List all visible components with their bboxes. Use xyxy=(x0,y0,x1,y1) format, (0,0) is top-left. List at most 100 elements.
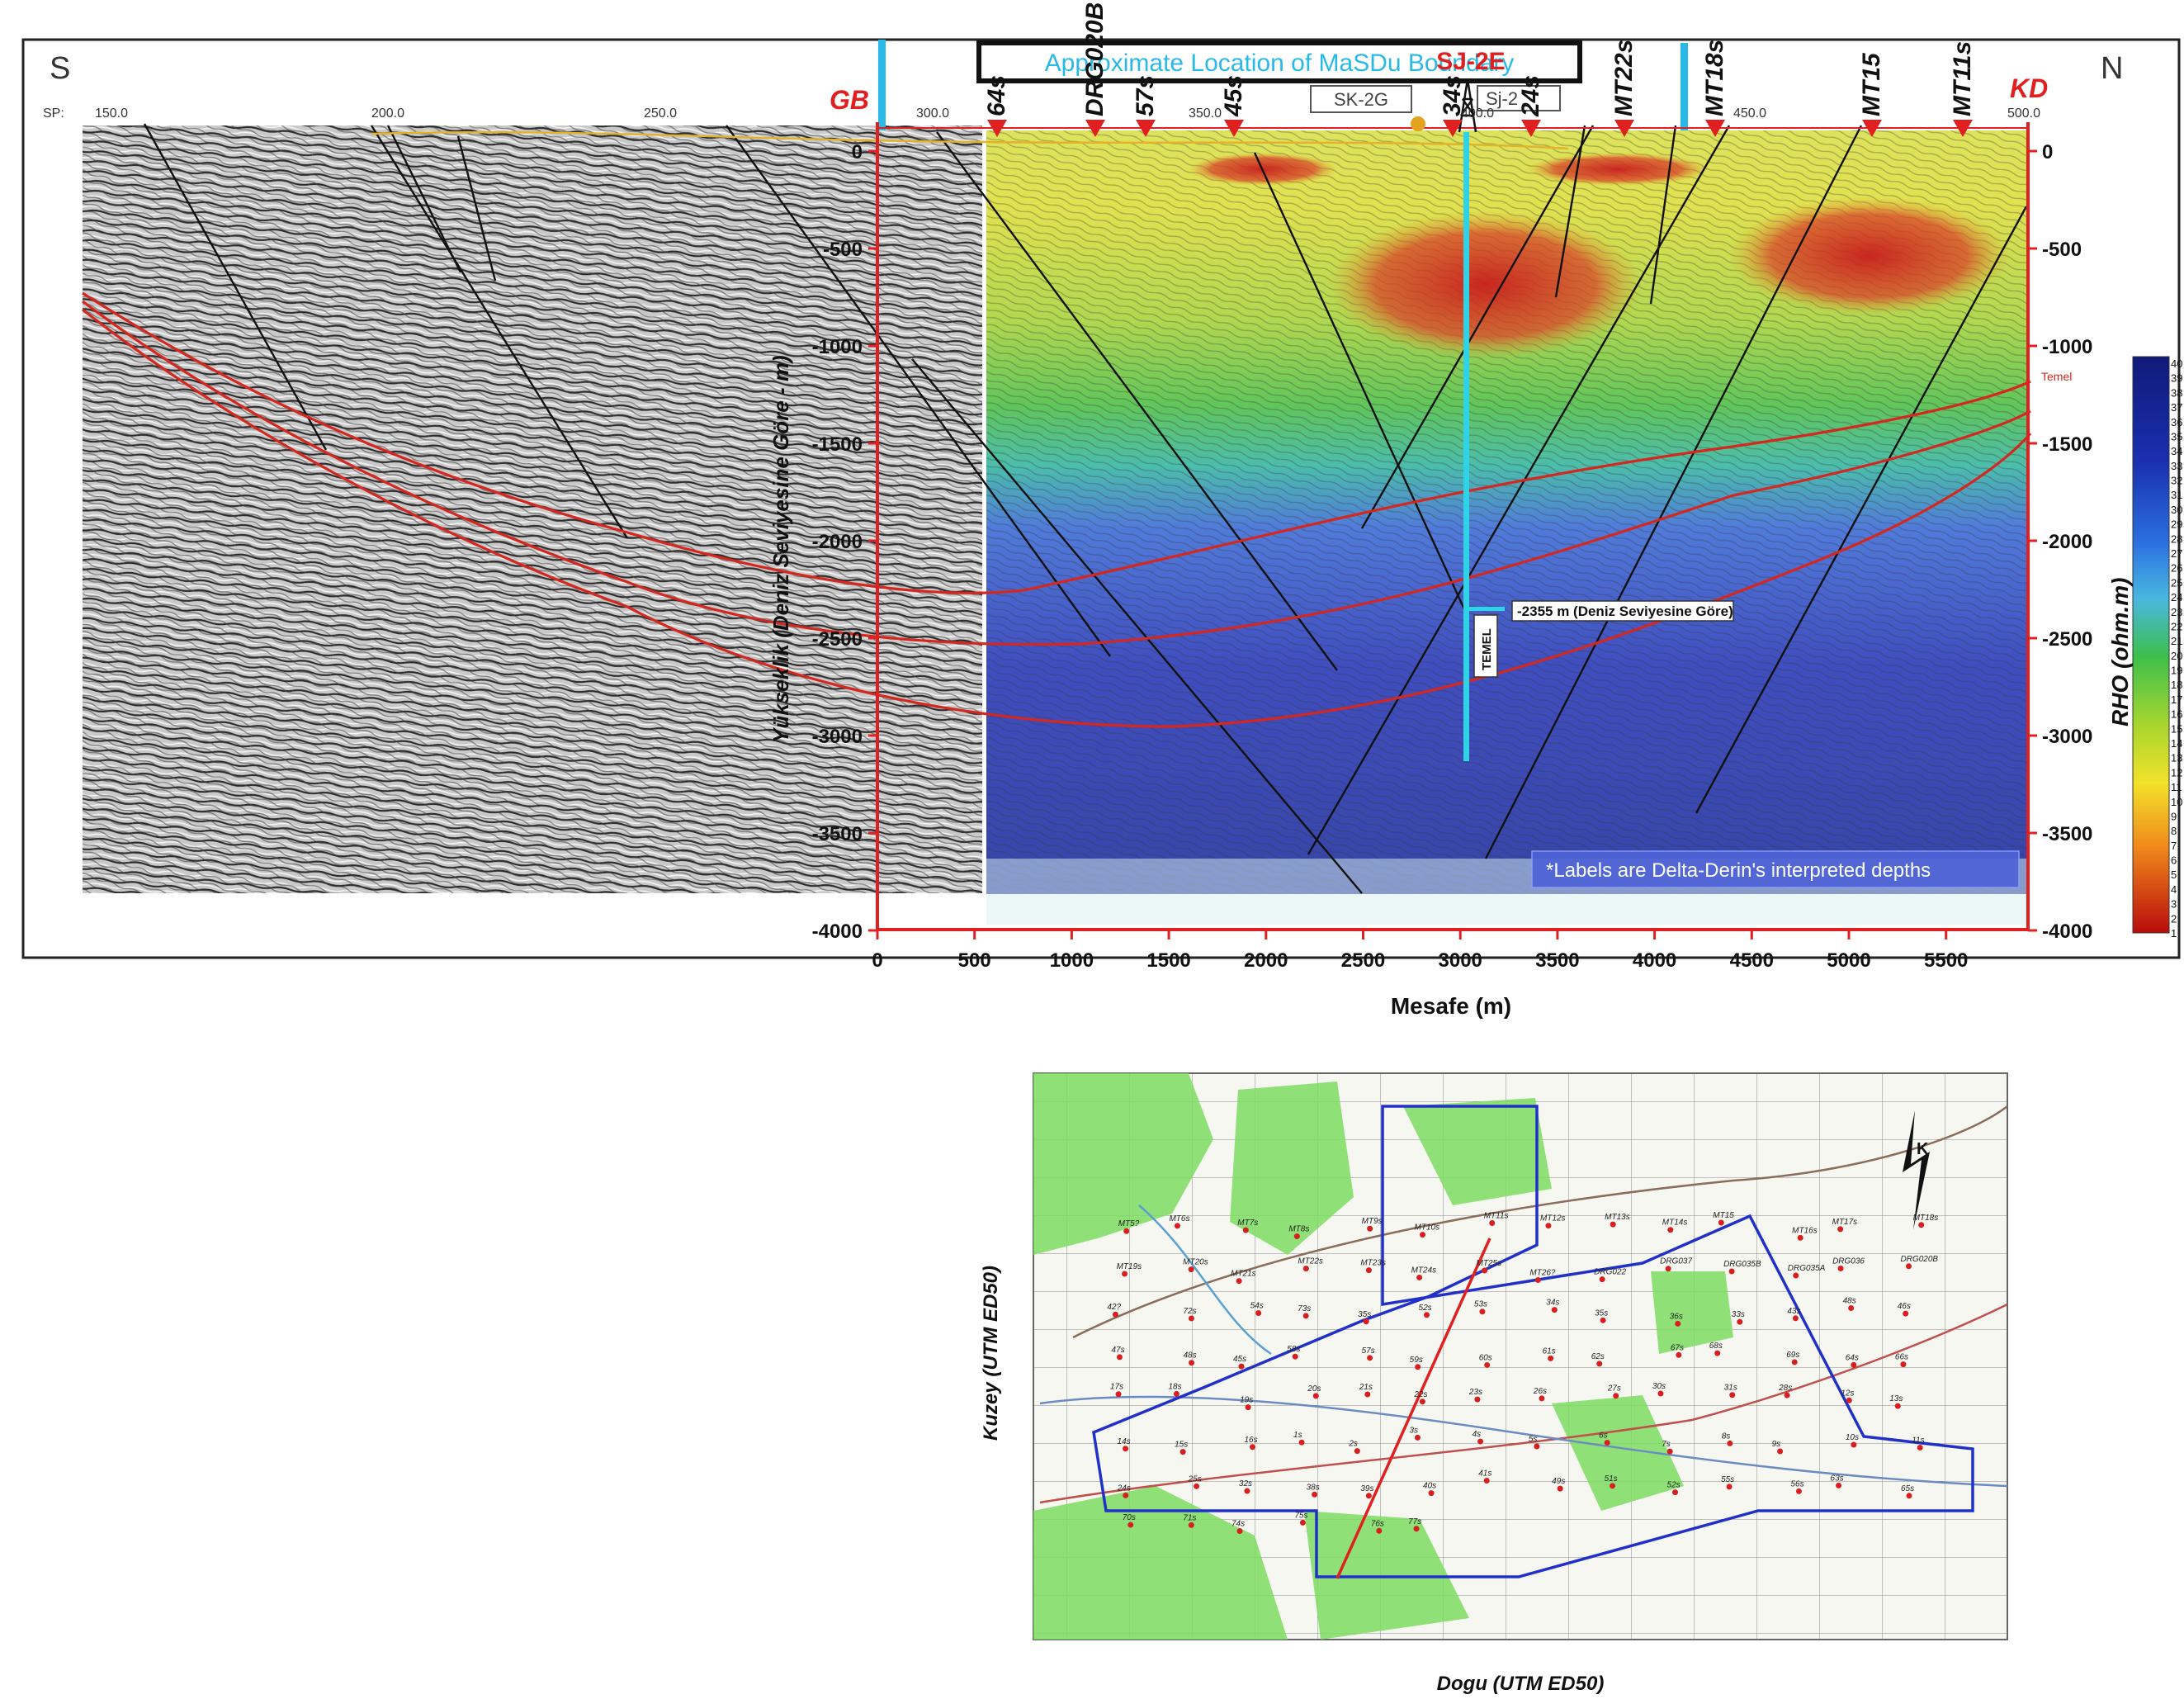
map-station-dot xyxy=(1364,1391,1371,1398)
map-station-dot xyxy=(1667,1227,1674,1233)
well-trajectory xyxy=(1463,132,1469,761)
map-station-label: 67s xyxy=(1671,1343,1684,1352)
depth-tick-label: 0 xyxy=(2042,141,2053,163)
map-station-label: MT6s xyxy=(1169,1214,1189,1223)
map-station-label: 3s xyxy=(1409,1426,1418,1435)
map-station-dot xyxy=(1906,1493,1912,1499)
map-station-label: 31s xyxy=(1724,1384,1737,1393)
colorbar-tick-label: 25 xyxy=(2171,576,2182,589)
map-station-label: 66s xyxy=(1895,1353,1908,1362)
map-x-label: Dogu (UTM ED50) xyxy=(1437,1673,1605,1695)
map-station-label: MT15 xyxy=(1713,1211,1734,1220)
colorbar-tick-label: 22 xyxy=(2171,620,2182,632)
map-station-label: DRG035B xyxy=(1723,1260,1761,1269)
colorbar-tick-label: 26 xyxy=(2171,562,2182,575)
station-label: MT18s xyxy=(1701,40,1728,116)
map-station-dot xyxy=(1123,1492,1129,1498)
depth-tick-label: -500 xyxy=(823,239,863,261)
colorbar-tick-label: 10 xyxy=(2171,796,2182,808)
map-station-label: DRG037 xyxy=(1660,1257,1692,1266)
map-station-dot xyxy=(1428,1490,1435,1497)
colorbar-tick-label: 20 xyxy=(2171,650,2182,662)
map-station-dot xyxy=(1534,1277,1541,1284)
colorbar-tick-label: 23 xyxy=(2171,606,2182,618)
colorbar-tick-label: 36 xyxy=(2171,416,2182,428)
map-station-label: 57s xyxy=(1362,1346,1375,1356)
map-station-label: MT12s xyxy=(1540,1214,1566,1223)
map-station-dot xyxy=(1419,1398,1425,1405)
map-station-dot xyxy=(1414,1434,1421,1441)
map-station-label: 25s xyxy=(1188,1474,1202,1484)
map-station-dot xyxy=(1675,1320,1681,1327)
map-station-dot xyxy=(1539,1395,1545,1402)
low-rho-anomaly-center xyxy=(1329,211,1643,359)
section-y-label: Yükseklik (Deniz Seviyesine Göre - m) xyxy=(768,355,793,743)
colorbar-tick-label: 6 xyxy=(2171,854,2177,867)
map-station-dot xyxy=(1127,1522,1134,1528)
map-station-label: 21s xyxy=(1359,1383,1373,1392)
map-station-dot xyxy=(1244,1488,1250,1494)
map-station-dot xyxy=(1604,1440,1610,1446)
map-station-dot xyxy=(1365,1267,1372,1274)
colorbar-tick-label: 14 xyxy=(2171,737,2182,750)
map-station-dot xyxy=(1489,1220,1496,1227)
colorbar-title: RHO (ohm.m) xyxy=(2107,578,2133,726)
map-station-label: DRG036 xyxy=(1832,1257,1865,1266)
map-station-label: 73s xyxy=(1298,1304,1311,1313)
map-station-label: 8s xyxy=(1722,1432,1731,1441)
map-station-label: 36s xyxy=(1670,1312,1683,1321)
map-station-dot xyxy=(1610,1483,1616,1489)
map-station-dot xyxy=(1236,1278,1242,1285)
map-station-dot xyxy=(1551,1307,1558,1313)
map-station-dot xyxy=(1367,1355,1373,1361)
depth-annotation: -2355 m (Deniz Seviyesine Göre) xyxy=(1517,603,1733,619)
low-rho-anomaly-top-right xyxy=(1527,153,1709,186)
map-station-dot xyxy=(1534,1443,1540,1450)
station-label: MT11s xyxy=(1949,41,1976,116)
map-y-label: Kuzey (UTM ED50) xyxy=(980,1266,1002,1441)
well-marker-dot xyxy=(1411,116,1425,131)
map-station-label: 20s xyxy=(1307,1384,1321,1394)
map-station-label: 5s xyxy=(1529,1435,1538,1444)
colorbar-tick-label: 18 xyxy=(2171,679,2182,691)
map-station-dot xyxy=(1188,1315,1194,1322)
sp-prefix: SP: xyxy=(43,106,64,121)
station-label: 45s xyxy=(1220,75,1247,117)
map-station-dot xyxy=(1714,1350,1721,1356)
map-station-dot xyxy=(1791,1359,1798,1365)
map-station-label: 72s xyxy=(1183,1307,1196,1316)
colorbar-tick-label: 21 xyxy=(2171,635,2182,647)
map-station-label: 74s xyxy=(1231,1520,1245,1529)
map-station-label: 77s xyxy=(1408,1517,1421,1526)
map-station-dot xyxy=(1797,1234,1803,1241)
map-station-label: DRG035A xyxy=(1788,1264,1826,1273)
colorbar-tick-label: 9 xyxy=(2171,810,2177,822)
map-station-label: MT22s xyxy=(1298,1257,1323,1266)
map-station-dot xyxy=(1292,1353,1298,1360)
colorbar-tick-label: 37 xyxy=(2171,401,2182,414)
map-station-dot xyxy=(1894,1403,1901,1409)
map-station-dot xyxy=(1174,1223,1180,1229)
map-station-label: DRG022 xyxy=(1594,1268,1626,1277)
map-station-dot xyxy=(1599,1276,1605,1283)
boundary-marker-left xyxy=(878,40,886,130)
map-station-dot xyxy=(1903,1310,1909,1317)
map-station-label: 48s xyxy=(1184,1351,1197,1361)
map-station-dot xyxy=(1474,1396,1481,1403)
map-station-dot xyxy=(1416,1274,1423,1280)
colorbar-tick-label: 29 xyxy=(2171,518,2182,531)
map-station-dot xyxy=(1727,1440,1733,1446)
map-station-dot xyxy=(1293,1233,1300,1240)
map-station-label: MT20s xyxy=(1183,1258,1208,1267)
map-station-dot xyxy=(1837,1226,1844,1233)
map-station-label: 54s xyxy=(1250,1301,1264,1310)
station-label: 24s xyxy=(1517,75,1544,117)
map-station-label: 53s xyxy=(1474,1300,1487,1309)
map-station-label: 52s xyxy=(1667,1481,1681,1490)
map-station-dot xyxy=(1728,1268,1735,1275)
map-station-label: 17s xyxy=(1110,1383,1123,1392)
map-station-dot xyxy=(1122,1271,1128,1277)
colorbar-tick-label: 12 xyxy=(2171,766,2182,779)
map-station-label: 18s xyxy=(1168,1382,1181,1391)
map-station-dot xyxy=(1837,1265,1844,1271)
